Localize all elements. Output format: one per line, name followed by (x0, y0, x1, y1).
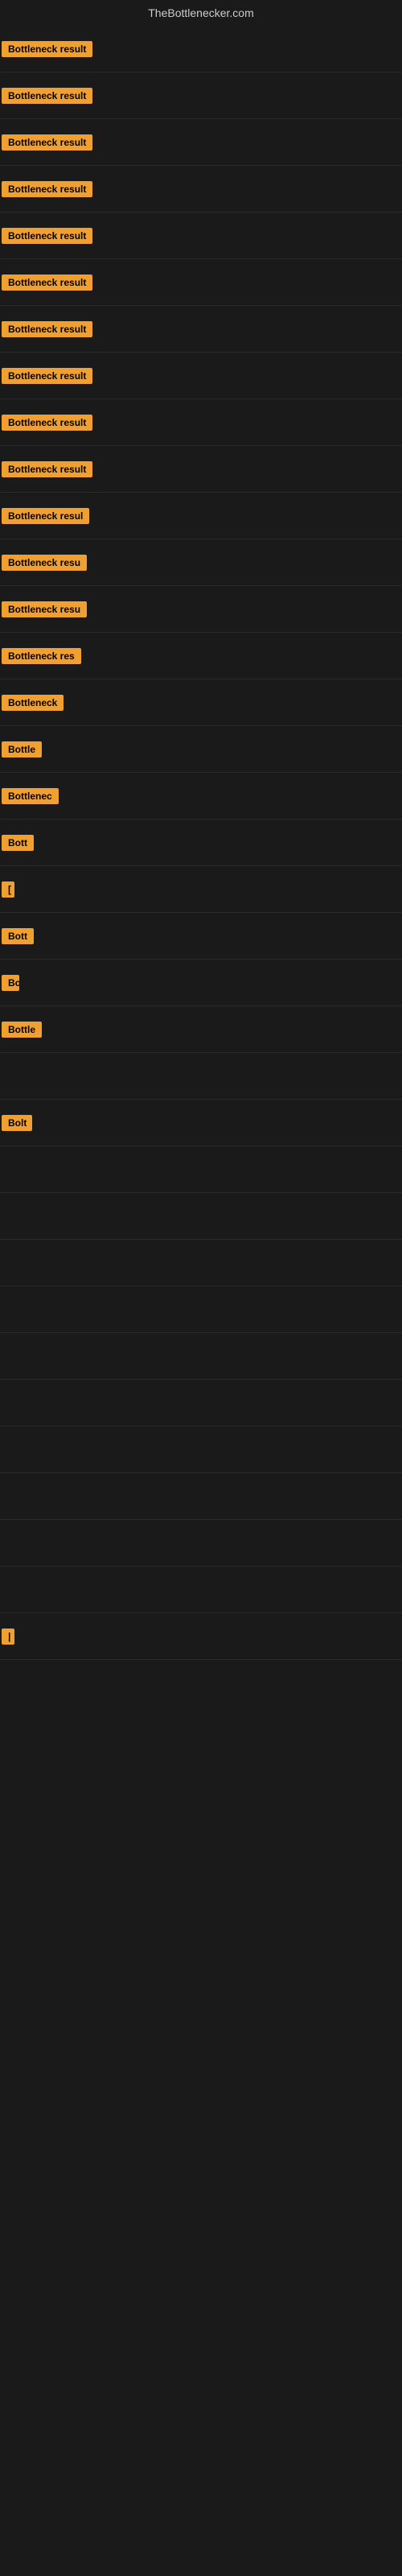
list-item: [ (0, 866, 402, 913)
list-item (0, 1380, 402, 1426)
list-item: Bottleneck result (0, 446, 402, 493)
bottleneck-result-badge[interactable]: Bott (2, 928, 34, 944)
bottleneck-result-badge[interactable]: Bottleneck (2, 695, 64, 711)
list-item: Bottleneck res (0, 633, 402, 679)
bottleneck-result-badge[interactable]: Bottleneck resu (2, 601, 87, 617)
list-item: Bottleneck result (0, 26, 402, 72)
list-item: Bo (0, 960, 402, 1006)
bottleneck-result-badge[interactable]: Bottle (2, 741, 42, 758)
bottleneck-result-badge[interactable]: Bolt (2, 1115, 32, 1131)
site-title: TheBottlenecker.com (0, 0, 402, 26)
bottleneck-result-badge[interactable]: Bottleneck result (2, 228, 92, 244)
list-item: Bottleneck result (0, 306, 402, 353)
list-item: Bott (0, 913, 402, 960)
list-item (0, 1240, 402, 1286)
list-item (0, 1426, 402, 1473)
list-item: Bottleneck result (0, 72, 402, 119)
list-item: Bottleneck resul (0, 493, 402, 539)
bottleneck-result-badge[interactable]: Bottleneck result (2, 41, 92, 57)
list-item (0, 1193, 402, 1240)
bottleneck-result-badge[interactable]: Bott (2, 835, 34, 851)
list-item (0, 1567, 402, 1613)
bottleneck-result-badge[interactable]: Bottleneck result (2, 368, 92, 384)
list-item: Bolt (0, 1100, 402, 1146)
list-item: Bottleneck (0, 679, 402, 726)
bottleneck-result-badge[interactable]: Bottleneck result (2, 461, 92, 477)
bottleneck-result-badge[interactable]: Bottleneck resul (2, 508, 89, 524)
bottleneck-result-badge[interactable]: Bo (2, 975, 19, 991)
bottleneck-result-badge[interactable]: Bottleneck result (2, 181, 92, 197)
list-item (0, 1520, 402, 1567)
bottleneck-result-badge[interactable]: Bottleneck resu (2, 555, 87, 571)
list-item: Bottleneck result (0, 119, 402, 166)
list-item: Bottleneck resu (0, 586, 402, 633)
list-item: Bottleneck result (0, 213, 402, 259)
list-item: Bottleneck result (0, 166, 402, 213)
list-item (0, 1286, 402, 1333)
bottleneck-result-badge[interactable]: Bottlenec (2, 788, 59, 804)
bottleneck-result-badge[interactable]: Bottleneck result (2, 88, 92, 104)
bottleneck-result-badge[interactable]: | (2, 1629, 14, 1645)
list-item: Bottle (0, 1006, 402, 1053)
list-item (0, 1473, 402, 1520)
list-item: Bottleneck result (0, 353, 402, 399)
bottleneck-result-badge[interactable]: Bottle (2, 1022, 42, 1038)
list-item (0, 1146, 402, 1193)
list-item (0, 1333, 402, 1380)
bottleneck-result-badge[interactable]: Bottleneck res (2, 648, 81, 664)
list-item: Bottle (0, 726, 402, 773)
list-item: Bottleneck result (0, 399, 402, 446)
list-item: Bott (0, 819, 402, 866)
bottleneck-result-badge[interactable]: Bottleneck result (2, 415, 92, 431)
list-item: Bottleneck resu (0, 539, 402, 586)
list-item: Bottlenec (0, 773, 402, 819)
bottleneck-result-badge[interactable]: Bottleneck result (2, 275, 92, 291)
list-item (0, 1053, 402, 1100)
list-item: Bottleneck result (0, 259, 402, 306)
bottleneck-result-badge[interactable]: Bottleneck result (2, 134, 92, 151)
list-item: | (0, 1613, 402, 1660)
bottleneck-result-badge[interactable]: Bottleneck result (2, 321, 92, 337)
bottleneck-result-badge[interactable]: [ (2, 881, 14, 898)
